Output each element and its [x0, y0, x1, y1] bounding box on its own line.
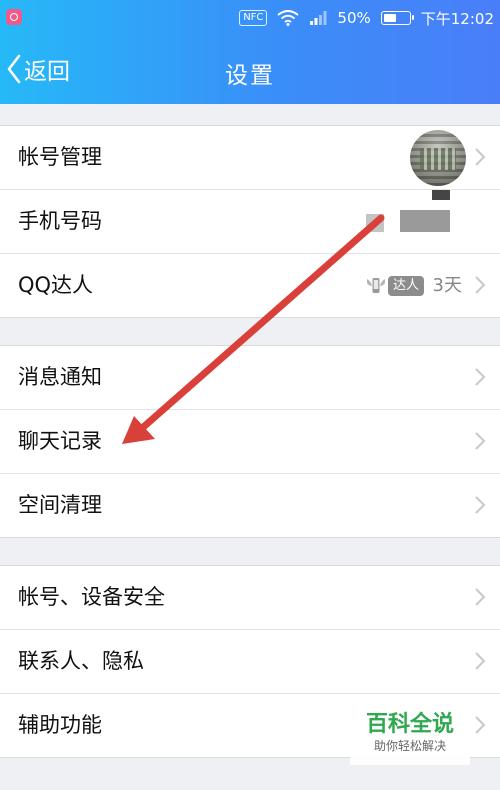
watermark-title: 百科全说	[365, 712, 454, 737]
daren-days: 3天	[432, 275, 462, 296]
chevron-right-icon	[475, 432, 486, 450]
row-label: 手机号码	[18, 209, 102, 233]
row-label: 聊天记录	[18, 429, 102, 453]
watermark: 百科全说 助你轻松解决	[350, 705, 470, 765]
redaction-block	[400, 210, 450, 232]
row-label: 空间清理	[18, 493, 102, 517]
settings-row-contacts-privacy[interactable]: 联系人、隐私	[0, 630, 500, 694]
chevron-right-icon	[475, 276, 486, 294]
clock: 下午12:02	[420, 9, 494, 28]
settings-row-chat-history[interactable]: 聊天记录	[0, 410, 500, 474]
header-bar: NFC 50% 下午12:02 返回 设置	[0, 0, 500, 104]
winged-phone-icon	[366, 278, 385, 293]
chevron-right-icon	[475, 588, 486, 606]
settings-group-account: 帐号管理 手机号码 QQ达人 达人 3天	[0, 125, 500, 318]
redaction-block	[366, 214, 384, 232]
status-bar: NFC 50% 下午12:02	[0, 0, 500, 36]
battery-percent: 50%	[337, 9, 371, 27]
row-label: QQ达人	[18, 273, 94, 297]
status-indicators: NFC 50% 下午12:02	[239, 6, 494, 30]
settings-row-notifications[interactable]: 消息通知	[0, 346, 500, 410]
row-label: 联系人、隐私	[18, 649, 144, 673]
row-label: 辅助功能	[18, 713, 102, 737]
chevron-right-icon	[475, 368, 486, 386]
redaction-block	[432, 190, 450, 200]
page-title: 设置	[225, 63, 275, 89]
chevron-right-icon	[475, 716, 486, 734]
chevron-right-icon	[475, 652, 486, 670]
signal-icon	[310, 11, 327, 25]
settings-row-account-management[interactable]: 帐号管理	[0, 126, 500, 190]
settings-row-phone-number[interactable]: 手机号码	[0, 190, 500, 254]
wifi-icon	[277, 10, 300, 26]
battery-icon	[380, 11, 414, 25]
watermark-subtitle: 助你轻松解决	[373, 739, 446, 753]
avatar	[410, 130, 466, 186]
chevron-right-icon	[475, 148, 486, 166]
row-label: 帐号、设备安全	[18, 585, 165, 609]
nav-bar: 返回 设置	[0, 36, 500, 104]
row-label: 帐号管理	[18, 145, 102, 169]
settings-row-storage-cleanup[interactable]: 空间清理	[0, 474, 500, 537]
nfc-indicator: NFC	[239, 10, 268, 26]
chevron-right-icon	[475, 496, 486, 514]
settings-row-device-security[interactable]: 帐号、设备安全	[0, 566, 500, 630]
app-notification-icon	[6, 9, 22, 25]
settings-row-qq-daren[interactable]: QQ达人 达人 3天	[0, 254, 500, 317]
daren-label: 达人	[387, 276, 424, 296]
settings-group-messages: 消息通知 聊天记录 空间清理	[0, 345, 500, 538]
row-label: 消息通知	[18, 365, 102, 389]
daren-badge: 达人	[366, 273, 424, 299]
